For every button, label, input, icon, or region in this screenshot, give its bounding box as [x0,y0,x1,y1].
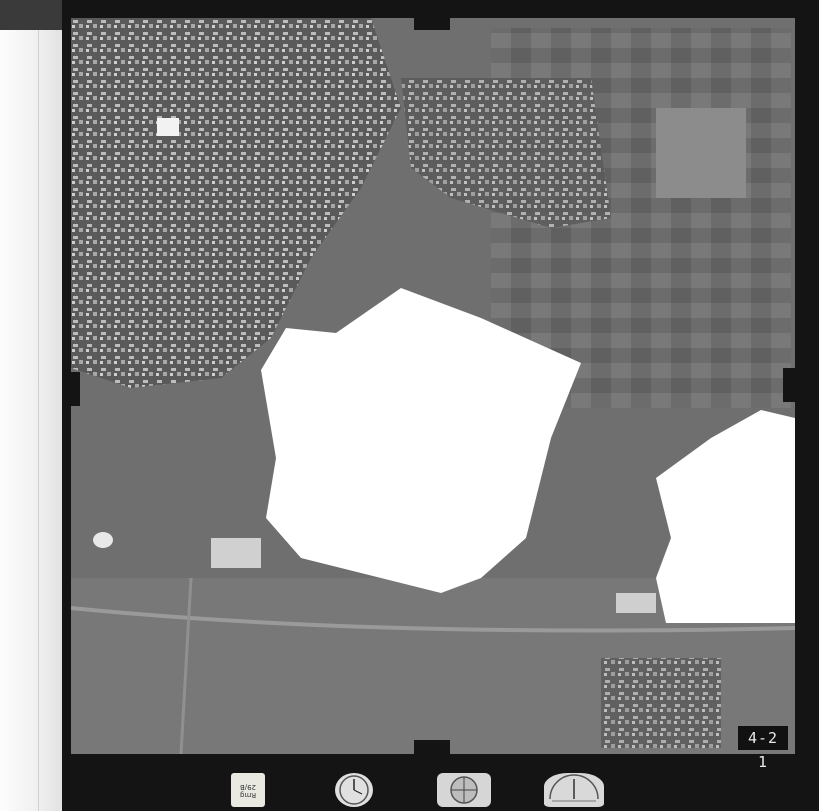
field-light [656,108,746,198]
frame-number: 4-2 1 [738,726,788,771]
industrial-building [616,593,656,613]
fiducial-mark-top [414,14,450,30]
bright-patch [157,118,179,136]
data-card: Rmg 29/B [231,773,265,807]
fiducial-mark-bottom [414,740,450,756]
margin-line [38,30,39,811]
film-margin [0,0,62,811]
fiducial-mark-right [783,368,797,402]
altimeter-icon [335,773,373,807]
level-gauge-icon [544,773,604,807]
bright-spot [93,532,113,548]
margin-dark-strip [0,0,62,30]
fiducial-mark-left [66,372,80,406]
industrial-building [211,538,261,568]
aerial-photograph [71,18,795,754]
urban-area-southeast [601,658,721,748]
compass-icon [437,773,491,807]
